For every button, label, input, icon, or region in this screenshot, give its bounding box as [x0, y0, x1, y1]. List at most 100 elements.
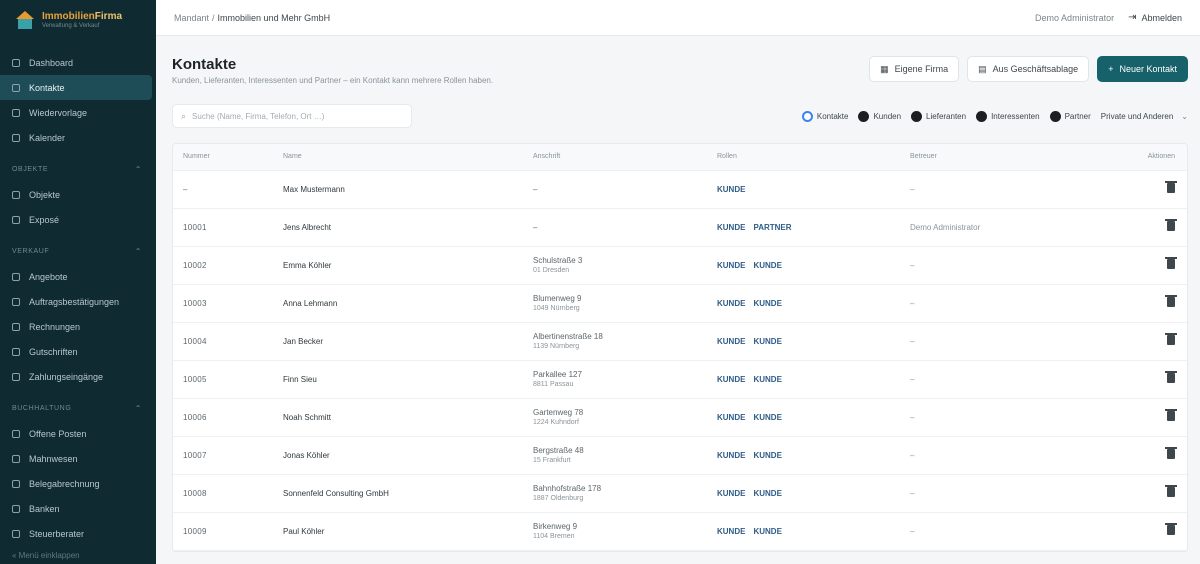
sidebar-section-buchhaltung[interactable]: BUCHHALTUNG ⌃ [0, 395, 156, 421]
sidebar-item-offene-posten[interactable]: Offene Posten [0, 421, 152, 446]
filter-chip-kunden[interactable]: Kunden [858, 110, 901, 122]
sidebar-item-label: Belegabrechnung [29, 478, 100, 489]
sidebar-item-dashboard[interactable]: Dashboard [0, 50, 152, 75]
checkbox-icon[interactable] [858, 110, 870, 122]
column-header-anschrift[interactable]: Anschrift [523, 144, 707, 171]
filter-chip-kontakte[interactable]: Kontakte [801, 110, 848, 122]
table-row[interactable]: 10003 Anna Lehmann Blumenweg 9 1049 Nürnber… [173, 284, 1187, 323]
sidebar-item-gutschriften[interactable]: Gutschriften [0, 339, 152, 364]
table-row[interactable]: 10006 Noah Schmitt Gartenweg 78 1224 Kuhndo… [173, 398, 1187, 437]
contact-agent: – [900, 170, 1090, 209]
contact-agent: – [900, 322, 1090, 361]
role-filters: Kontakte Kunden Lieferanten Interessenten Pa… [801, 110, 1188, 122]
contact-roles: KUNDE KUNDE [707, 398, 900, 437]
sidebar-item-objekte[interactable]: Objekte [0, 182, 152, 207]
trash-icon[interactable] [1165, 257, 1177, 269]
checkbox-checked-icon[interactable] [801, 110, 813, 122]
row-actions [1090, 208, 1187, 247]
checkbox-icon[interactable] [1049, 110, 1061, 122]
contact-name[interactable]: Noah Schmitt [273, 398, 523, 437]
sidebar-item-kontakte[interactable]: Kontakte [0, 75, 152, 100]
contact-name[interactable]: Max Mustermann [273, 170, 523, 209]
collapse-menu-button[interactable]: « Menü einklappen [12, 551, 80, 560]
breadcrumb-root[interactable]: Mandant [174, 13, 209, 23]
filter-chip-lieferanten[interactable]: Lieferanten [911, 110, 966, 122]
sidebar-item-mahnwesen[interactable]: Mahnwesen [0, 446, 152, 471]
table-row[interactable]: 10004 Jan Becker Albertinenstraße 18 1139 N… [173, 322, 1187, 361]
column-header-aktionen[interactable]: Aktionen [1090, 144, 1187, 171]
contact-name[interactable]: Sonnenfeld Consulting GmbH [273, 474, 523, 513]
sidebar-item-wiedervorlage[interactable]: Wiedervorlage [0, 100, 152, 125]
sidebar-section-verkauf[interactable]: VERKAUF ⌃ [0, 238, 156, 264]
reminder-icon [12, 108, 20, 117]
table-row[interactable]: 10008 Sonnenfeld Consulting GmbH Bahnhofst… [173, 474, 1187, 513]
trash-icon[interactable] [1165, 371, 1177, 383]
sidebar-item-kalender[interactable]: Kalender [0, 125, 152, 150]
sidebar-item-label: Auftragsbestätigungen [29, 296, 120, 307]
trash-icon[interactable] [1165, 447, 1177, 459]
contact-name[interactable]: Jonas Köhler [273, 436, 523, 475]
sidebar-item-angebote[interactable]: Angebote [0, 264, 152, 289]
table-row[interactable]: 10007 Jonas Köhler Bergstraße 48 15 Frankfu… [173, 436, 1187, 475]
documents-button[interactable]: ▤ Aus Geschäftsablage [967, 56, 1090, 82]
trash-icon[interactable] [1165, 181, 1177, 193]
table-row[interactable]: 10009 Paul Köhler Birkenweg 9 1104 Bremen KU… [173, 512, 1187, 551]
filter-chip-interessenten[interactable]: Interessenten [976, 110, 1040, 122]
search-input[interactable] [192, 111, 393, 121]
address-line-1: Schulstraße 3 [533, 256, 583, 265]
sidebar-item-zahlungseingange[interactable]: Zahlungseingänge [0, 364, 152, 389]
contact-type-select[interactable]: Private und Anderen ⌄ [1101, 112, 1188, 121]
contact-agent: – [900, 474, 1090, 513]
sidebar-item-belegabrechnung[interactable]: Belegabrechnung [0, 471, 152, 496]
contact-name[interactable]: Finn Sieu [273, 360, 523, 399]
contact-roles: KUNDE KUNDE [707, 284, 900, 323]
trash-icon[interactable] [1165, 219, 1177, 231]
search-icon: ⌕ [181, 110, 187, 121]
sidebar-item-label: Rechnungen [29, 321, 81, 332]
filter-chip-partner[interactable]: Partner [1049, 110, 1091, 122]
contact-name[interactable]: Jan Becker [273, 322, 523, 361]
row-actions [1090, 284, 1187, 323]
column-header-nummer[interactable]: Nummer [173, 144, 273, 171]
sidebar-item-banken[interactable]: Banken [0, 496, 152, 521]
checkbox-icon[interactable] [911, 110, 923, 122]
column-header-betreuer[interactable]: Betreuer [900, 144, 1090, 171]
sidebar-item-expose[interactable]: Exposé [0, 207, 152, 232]
search-field[interactable]: ⌕ [172, 104, 412, 128]
sidebar-item-steuerberater[interactable]: Steuerberater [0, 521, 152, 546]
contact-name[interactable]: Anna Lehmann [273, 284, 523, 323]
new-contact-button[interactable]: + Neuer Kontakt [1097, 56, 1188, 82]
table-row[interactable]: 10005 Finn Sieu Parkallee 127 8811 Passau KU… [173, 360, 1187, 399]
column-header-name[interactable]: Name [273, 144, 523, 171]
contact-name[interactable]: Jens Albrecht [273, 208, 523, 247]
table-row[interactable]: 10001 Jens Albrecht – KUNDE PARTNER Demo Admi… [173, 208, 1187, 247]
sidebar-item-auftragsbestatigungen[interactable]: Auftragsbestätigungen [0, 289, 152, 314]
trash-icon[interactable] [1165, 333, 1177, 345]
trash-icon[interactable] [1165, 295, 1177, 307]
table-row[interactable]: 10002 Emma Köhler Schulstraße 3 01 Dresden K… [173, 246, 1187, 285]
address-line-1: Blumenweg 9 [533, 294, 582, 303]
sidebar-section-objekte[interactable]: OBJEKTE ⌃ [0, 156, 156, 182]
own-company-button[interactable]: ▦ Eigene Firma [869, 56, 960, 82]
contact-roles: KUNDE PARTNER [707, 208, 900, 247]
confirmation-icon [12, 297, 20, 306]
brand[interactable]: ImmobilienFirma Verwaltung & Verkauf [0, 0, 156, 40]
offer-icon [12, 272, 20, 281]
contact-address: Blumenweg 9 1049 Nürnberg [523, 284, 707, 323]
address-line-1: Gartenweg 78 [533, 408, 584, 417]
column-header-rollen[interactable]: Rollen [707, 144, 900, 171]
checkbox-icon[interactable] [976, 110, 988, 122]
sidebar-item-rechnungen[interactable]: Rechnungen [0, 314, 152, 339]
logout-button[interactable]: ⇥ Abmelden [1128, 12, 1182, 23]
breadcrumb: Mandant / Immobilien und Mehr GmbH [174, 12, 331, 23]
trash-icon[interactable] [1165, 485, 1177, 497]
user-name[interactable]: Demo Administrator [1035, 13, 1114, 23]
contact-agent: – [900, 284, 1090, 323]
trash-icon[interactable] [1165, 409, 1177, 421]
trash-icon[interactable] [1165, 523, 1177, 535]
contact-name[interactable]: Emma Köhler [273, 246, 523, 285]
role-badge: KUNDE [717, 298, 746, 308]
table-row[interactable]: – Max Mustermann – KUNDE – [173, 170, 1187, 209]
contact-name[interactable]: Paul Köhler [273, 512, 523, 551]
role-badge: KUNDE [717, 184, 746, 194]
